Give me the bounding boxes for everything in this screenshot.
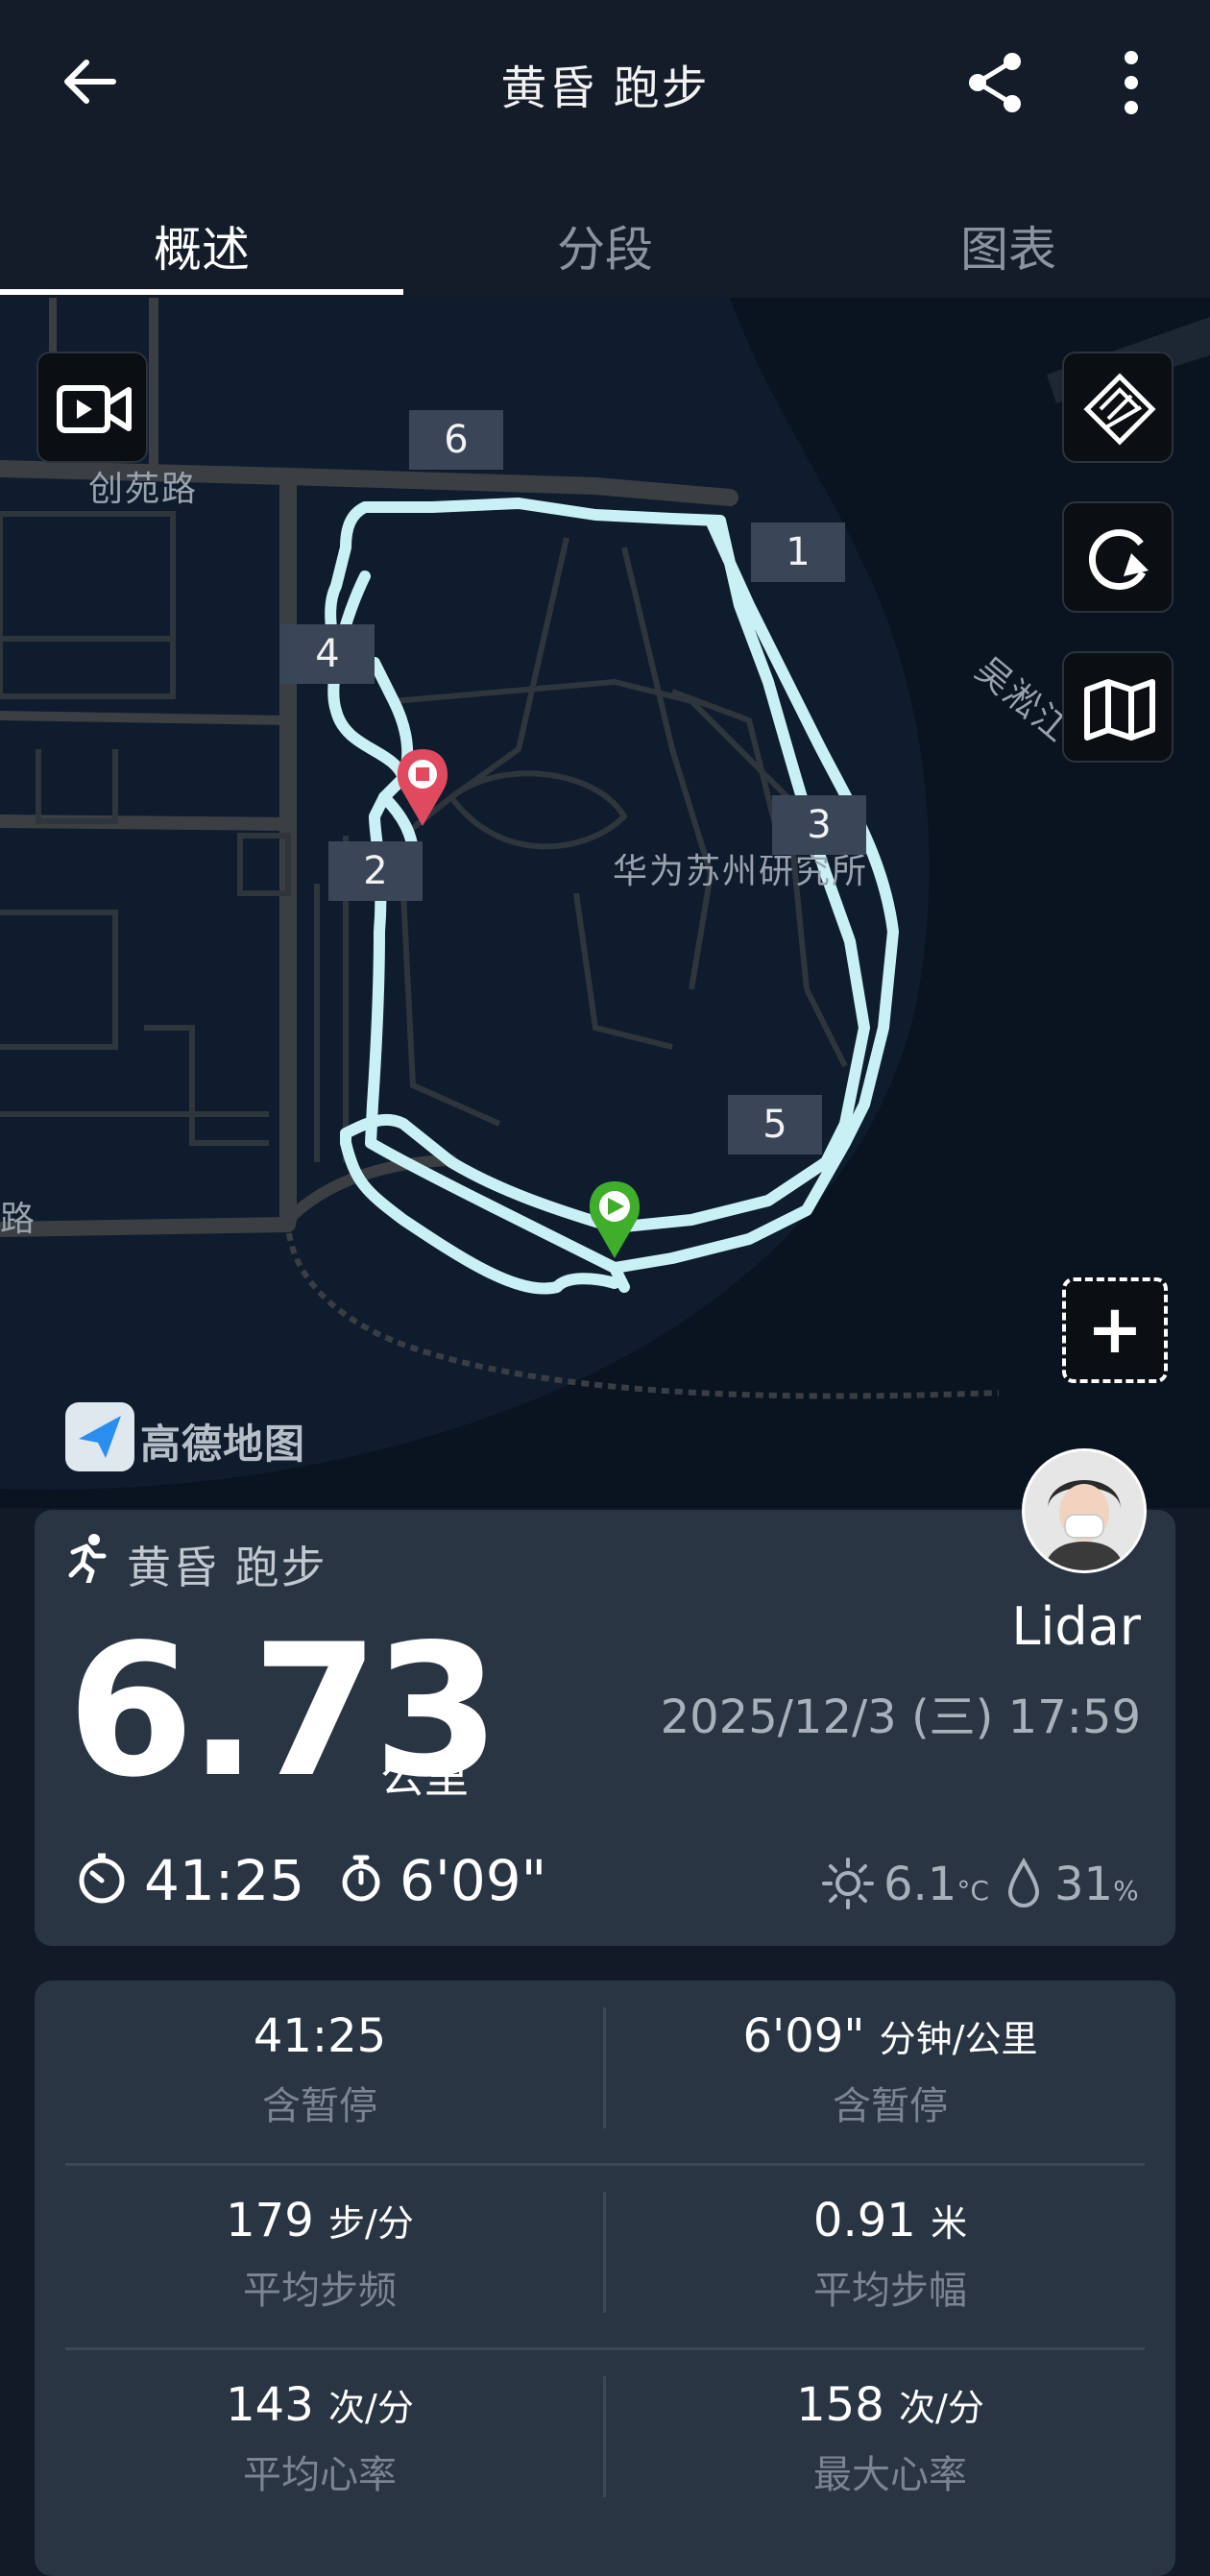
route-map[interactable]: 创苑路 华为苏州研究所 路 吴淞江 6 1 4 3 2 5 + 高德地图 (0, 298, 1210, 1508)
metric-label: 平均心率 (243, 2453, 397, 2497)
share-icon[interactable] (960, 48, 1029, 117)
split-marker-5[interactable]: 5 (728, 1095, 822, 1154)
avatar-image (1025, 1451, 1144, 1570)
metric-label: 平均步频 (243, 2269, 397, 2313)
metric-max-heart-rate: 158 次/分 最大心率 (605, 2378, 1175, 2499)
map-provider-logo: 高德地图 (65, 1402, 334, 1475)
metric-duration: 41:25 含暂停 (35, 2009, 605, 2130)
timer-icon (79, 1853, 125, 1904)
map-layers-button[interactable] (1062, 651, 1174, 763)
temperature-stat: 6.1°C (822, 1858, 989, 1911)
stopwatch-icon (342, 1855, 380, 1902)
temperature-unit: °C (956, 1875, 989, 1907)
metric-label: 平均步幅 (813, 2269, 967, 2313)
metric-value: 158 次/分 (796, 2378, 984, 2432)
map-layers-icon (1084, 679, 1155, 741)
split-marker-2[interactable]: 2 (328, 841, 423, 901)
tab-splits[interactable]: 分段 (403, 211, 807, 280)
running-icon (68, 1534, 107, 1583)
humidity-unit: % (1113, 1875, 1139, 1907)
add-icon: + (1086, 1290, 1144, 1369)
activity-summary-card: 黄昏 跑步 6.73 公里 Lidar 2025/12/3 (三) 17:59 … (35, 1510, 1175, 1946)
pace-stat: 6'09" (338, 1848, 546, 1913)
sun-icon (822, 1858, 874, 1909)
video-button[interactable] (36, 352, 148, 463)
metric-value: 143 次/分 (226, 2378, 414, 2432)
metric-label: 最大心率 (813, 2453, 967, 2497)
3d-view-button[interactable] (1062, 352, 1174, 463)
metric-stride: 0.91 米 平均步幅 (605, 2194, 1175, 2315)
row-divider (65, 2347, 1145, 2350)
metric-value: 41:25 (253, 2009, 387, 2063)
replay-icon (1088, 529, 1149, 591)
split-marker-6[interactable]: 6 (409, 410, 503, 470)
start-marker (589, 1181, 641, 1258)
humidity-stat: 31% (1006, 1858, 1139, 1911)
tab-bar: 概述 分段 图表 (0, 173, 1210, 298)
replay-button[interactable] (1062, 501, 1174, 613)
user-avatar[interactable] (1022, 1448, 1147, 1573)
map-road-label: 创苑路 (88, 470, 199, 509)
map-provider-name: 高德地图 (140, 1421, 306, 1468)
metric-pace: 6'09" 分钟/公里 含暂停 (605, 2009, 1175, 2130)
humidity-value: 31 (1054, 1858, 1114, 1911)
3d-view-icon (1083, 373, 1156, 446)
distance-unit: 公里 (380, 1751, 469, 1803)
activity-type: 黄昏 跑步 (127, 1542, 327, 1593)
row-divider (65, 2163, 1145, 2166)
activity-datetime: 2025/12/3 (三) 17:59 (660, 1690, 1141, 1744)
metric-value: 6'09" 分钟/公里 (742, 2009, 1038, 2063)
more-vertical-icon[interactable] (1112, 48, 1150, 117)
duration-stat: 41:25 (77, 1848, 304, 1913)
split-marker-1[interactable]: 1 (751, 522, 845, 582)
pace-value: 6'09" (399, 1848, 547, 1913)
amap-logo-icon (65, 1402, 134, 1471)
metric-value: 0.91 米 (812, 2194, 968, 2248)
duration-value: 41:25 (144, 1848, 305, 1913)
top-bar: 黄昏 跑步 (0, 0, 1210, 173)
metric-avg-heart-rate: 143 次/分 平均心率 (35, 2378, 605, 2499)
user-name: Lidar (1011, 1596, 1141, 1657)
metric-label: 含暂停 (262, 2084, 377, 2128)
metrics-card: 41:25 含暂停 6'09" 分钟/公里 含暂停 179 步/分 平均步频 0… (35, 1981, 1175, 2576)
add-button[interactable]: + (1062, 1277, 1168, 1383)
metric-label: 含暂停 (833, 2084, 948, 2128)
tab-charts[interactable]: 图表 (807, 211, 1210, 280)
map-road-label-edge: 路 (0, 1200, 37, 1239)
metric-value: 179 步/分 (226, 2194, 414, 2248)
tab-overview[interactable]: 概述 (0, 211, 403, 280)
split-marker-3[interactable]: 3 (772, 795, 866, 855)
metric-cadence: 179 步/分 平均步频 (35, 2194, 605, 2315)
video-icon (57, 385, 132, 433)
split-marker-4[interactable]: 4 (280, 624, 375, 684)
humidity-drop-icon (1007, 1858, 1040, 1908)
temperature-value: 6.1 (883, 1858, 957, 1911)
active-tab-indicator (0, 289, 403, 295)
